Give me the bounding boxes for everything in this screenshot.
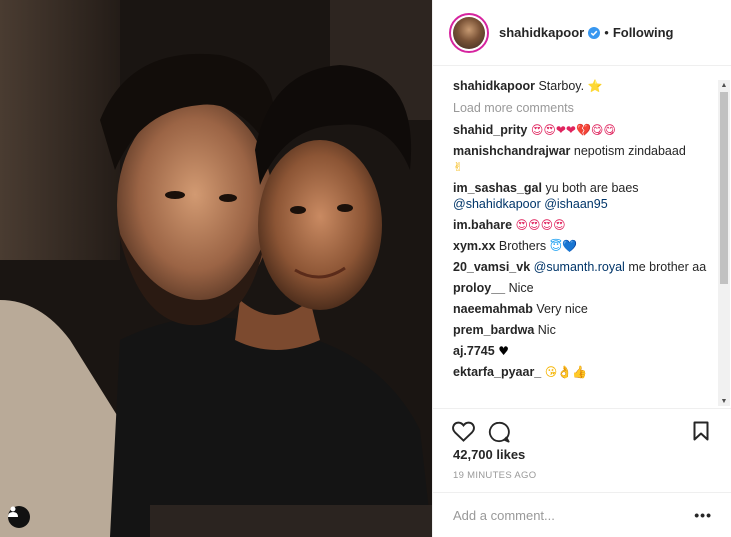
caption-emoji: ⭐ — [587, 79, 603, 93]
caption: shahidkapoor Starboy. ⭐ — [453, 78, 712, 95]
comment-item: proloy__ Nice — [453, 280, 712, 296]
comment-emoji: 😍😍❤❤💔😋😋 — [530, 123, 616, 137]
post-header: shahidkapoor • Following — [433, 0, 731, 66]
comment-text: yu both are baes — [545, 181, 639, 195]
comment-item: shahid_prity 😍😍❤❤💔😋😋 — [453, 122, 712, 138]
comment-mention-link[interactable]: @sumanth.royal — [534, 260, 625, 274]
scroll-down-arrow-icon[interactable]: ▼ — [718, 396, 730, 406]
photo-illustration — [0, 0, 432, 537]
comment-username[interactable]: 20_vamsi_vk — [453, 260, 530, 274]
heart-icon[interactable] — [452, 421, 475, 442]
comment-username[interactable]: aj.7745 — [453, 344, 495, 358]
add-comment-input[interactable]: Add a comment... — [453, 508, 694, 523]
comment-username[interactable]: proloy__ — [453, 281, 505, 295]
comment-text: Very nice — [536, 302, 588, 316]
comment-item: manishchandrajwar nepotism zindabaad ✌ — [453, 143, 712, 175]
comment-item: ektarfa_pyaar_ 😘👌👍 — [453, 364, 712, 380]
user-tag-icon[interactable] — [8, 506, 30, 528]
separator-dot: • — [604, 25, 609, 40]
avatar[interactable] — [449, 12, 489, 53]
caption-username[interactable]: shahidkapoor — [453, 79, 535, 93]
comment-emoji: 😇💙 — [549, 239, 578, 253]
comment-username[interactable]: im.bahare — [453, 218, 512, 232]
comment-item: 20_vamsi_vk @sumanth.royal me brother aa — [453, 259, 712, 275]
comment-emoji: ♥ — [498, 344, 509, 358]
verified-badge-icon — [588, 26, 601, 39]
post-actions — [433, 408, 731, 448]
comment-username[interactable]: shahid_prity — [453, 123, 527, 137]
bookmark-icon[interactable] — [693, 421, 709, 441]
comment-emoji: ✌ — [453, 160, 464, 174]
caption-text: Starboy. — [538, 79, 585, 93]
comment-username[interactable]: naeemahmab — [453, 302, 533, 316]
comment-item: naeemahmab Very nice — [453, 301, 712, 317]
comment-username[interactable]: im_sashas_gal — [453, 181, 542, 195]
following-button[interactable]: Following — [613, 25, 674, 40]
comment-icon[interactable] — [488, 421, 510, 443]
comment-username[interactable]: manishchandrajwar — [453, 144, 570, 158]
comment-text: Brothers — [498, 239, 547, 253]
comment-mention-link[interactable]: @shahidkapoor @ishaan95 — [453, 197, 608, 211]
comments-list: shahidkapoor Starboy. ⭐ Load more commen… — [433, 66, 731, 408]
comment-text: me brother aa — [628, 260, 707, 274]
post-side-panel: shahidkapoor • Following shahidkapoor St… — [432, 0, 731, 537]
add-comment-bar: Add a comment... ••• — [433, 492, 731, 537]
post-timestamp[interactable]: 19 MINUTES AGO — [453, 470, 536, 481]
username-link[interactable]: shahidkapoor — [499, 25, 584, 40]
post-photo[interactable] — [0, 0, 432, 537]
comments-scrollbar[interactable]: ▲ ▼ — [718, 80, 730, 406]
comment-username[interactable]: xym.xx — [453, 239, 495, 253]
comment-item: aj.7745 ♥ — [453, 343, 712, 359]
comment-text: Nic — [537, 323, 556, 337]
comment-username[interactable]: prem_bardwa — [453, 323, 534, 337]
comment-text: Nice — [508, 281, 534, 295]
comment-emoji: 😍😍😍😍 — [515, 218, 566, 232]
comment-item: im_sashas_gal yu both are baes @shahidka… — [453, 180, 712, 212]
scroll-thumb[interactable] — [720, 92, 728, 284]
more-options-icon[interactable]: ••• — [694, 507, 712, 523]
likes-count[interactable]: 42,700 likes — [453, 447, 525, 462]
load-more-comments-button[interactable]: Load more comments — [453, 101, 712, 115]
comment-item: xym.xx Brothers 😇💙 — [453, 238, 712, 254]
comment-username[interactable]: ektarfa_pyaar_ — [453, 365, 541, 379]
comment-item: prem_bardwa Nic — [453, 322, 712, 338]
comment-item: im.bahare 😍😍😍😍 — [453, 217, 712, 233]
scroll-up-arrow-icon[interactable]: ▲ — [718, 80, 730, 90]
comment-emoji: 😘👌👍 — [544, 365, 588, 379]
comment-text: nepotism zindabaad — [573, 144, 686, 158]
